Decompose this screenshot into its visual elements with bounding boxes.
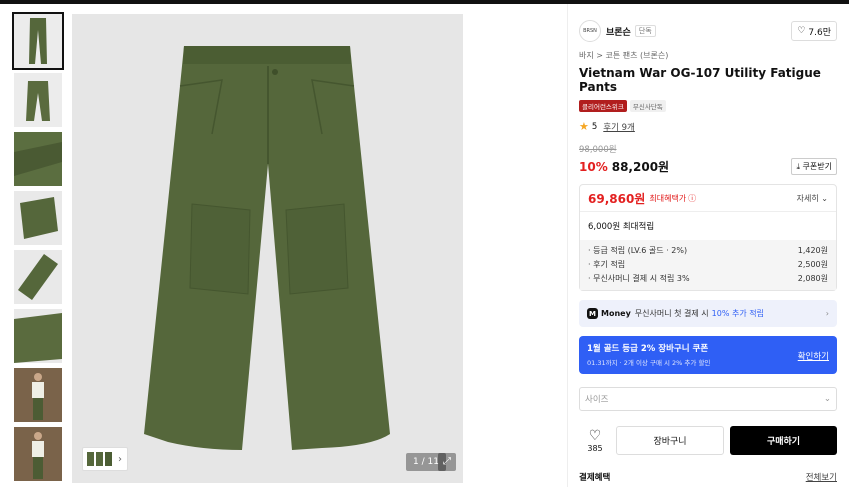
product-like-button[interactable]: ♡ 385 — [579, 428, 611, 453]
brand-like-button[interactable]: ♡ 7.6만 — [791, 21, 837, 41]
points-label: · 무신사머니 결제 시 적립 3% — [588, 274, 690, 283]
benefit-box: 69,860원 최대혜택가 ⓘ 자세히 ⌄ 6,000원 최대적립 · 등급 적… — [579, 184, 837, 291]
divider — [567, 4, 568, 487]
breadcrumb[interactable]: 바지 > 코튼 팬츠 (브론슨) — [579, 50, 837, 61]
review-link[interactable]: 후기 9개 — [603, 121, 635, 133]
chevron-right-icon: › — [825, 309, 829, 318]
points-value: 2,500원 — [797, 260, 828, 269]
coupon-button-label: 쿠폰받기 — [802, 162, 832, 171]
points-value: 1,420원 — [797, 246, 828, 255]
size-select-placeholder: 사이즈 — [585, 395, 609, 405]
coupon-banner: 1월 골드 등급 2% 장바구니 쿠폰 01.31까지 · 2개 이상 구매 시… — [579, 336, 837, 374]
rating-row: ★ 5 후기 9개 — [579, 120, 837, 133]
brand-logo[interactable]: BRSN — [579, 20, 601, 42]
payment-benefit-title: 결제혜택 — [579, 473, 611, 483]
expand-icon[interactable]: ⤢ — [438, 453, 456, 471]
mini-thumbs-icon — [87, 452, 112, 466]
download-icon: ⤓ — [796, 162, 800, 171]
benefit-header[interactable]: 69,860원 최대혜택가 ⓘ 자세히 ⌄ — [580, 185, 836, 212]
brand-exclusive-tag: 단독 — [634, 25, 656, 37]
main-product-image[interactable]: › 1 / 11 ⤢ — [72, 14, 463, 483]
brand-name[interactable]: 브론슨 — [606, 25, 631, 38]
exclusive-badge: 무신사단독 — [629, 100, 666, 112]
best-price: 69,860원 — [588, 191, 646, 206]
badge-row: 클리어런스위크 무신사단독 — [579, 100, 837, 112]
points-value: 2,080원 — [797, 274, 828, 283]
money-text: 무신사머니 첫 결제 시 — [634, 309, 709, 318]
thumbnail-8[interactable] — [14, 427, 62, 481]
product-title: Vietnam War OG-107 Utility Fatigue Pants — [579, 66, 821, 94]
thumbnail-1[interactable] — [12, 12, 64, 70]
star-icon: ★ — [579, 120, 589, 133]
view-all-link[interactable]: 전체보기 — [806, 471, 837, 483]
thumbnail-3[interactable] — [14, 132, 62, 186]
coupon-button[interactable]: ⤓ 쿠폰받기 — [791, 158, 837, 175]
points-row: · 등급 적립 (LV.6 골드 · 2%) 1,420원 — [588, 244, 828, 258]
sale-price: 88,200원 — [611, 160, 670, 174]
thumbnail-2[interactable] — [14, 73, 62, 127]
points-title: 6,000원 최대적립 — [588, 222, 655, 232]
points-label: · 후기 적립 — [588, 260, 626, 269]
chevron-down-icon: ⌄ — [821, 193, 828, 203]
top-bar — [0, 0, 849, 4]
detail-link[interactable]: 자세히 ⌄ — [797, 193, 828, 204]
payment-benefit-row: 결제혜택 전체보기 — [579, 471, 837, 483]
points-label: · 등급 적립 (LV.6 골드 · 2%) — [588, 246, 688, 255]
brand-like-count: 7.6만 — [808, 27, 831, 38]
info-icon[interactable]: ⓘ — [688, 193, 696, 204]
brand-row: BRSN 브론슨 단독 ♡ 7.6만 — [579, 18, 837, 44]
coupon-banner-title: 1월 골드 등급 2% 장바구니 쿠폰 — [587, 344, 709, 354]
points-row: · 무신사머니 결제 시 적립 3% 2,080원 — [588, 272, 828, 286]
thumbnail-6[interactable] — [14, 309, 62, 363]
clearance-badge: 클리어런스위크 — [579, 100, 627, 112]
chevron-right-icon: › — [118, 453, 122, 465]
product-like-count: 385 — [587, 444, 603, 453]
original-price: 98,000원 — [579, 145, 617, 155]
heart-icon: ♡ — [797, 26, 806, 36]
money-banner[interactable]: M Money 무신사머니 첫 결제 시 10% 추가 적립 › — [579, 300, 837, 327]
money-name: Money — [601, 309, 631, 318]
points-list: · 등급 적립 (LV.6 골드 · 2%) 1,420원 · 후기 적립 2,… — [580, 240, 836, 290]
thumbnail-4[interactable] — [14, 191, 62, 245]
rating-score: 5 — [591, 121, 598, 132]
pants-illustration — [144, 46, 390, 450]
thumbnail-list — [12, 12, 64, 486]
money-logo-icon: M — [587, 308, 598, 319]
discount-rate: 10% — [579, 159, 608, 174]
thumbnail-7[interactable] — [14, 368, 62, 422]
coupon-banner-sub: 01.31까지 · 2개 이상 구매 시 2% 추가 할인 — [587, 359, 711, 367]
size-select[interactable]: 사이즈 ⌄ — [579, 387, 837, 411]
money-highlight: 10% 추가 적립 — [711, 309, 764, 318]
thumbnail-5[interactable] — [14, 250, 62, 304]
chevron-down-icon: ⌄ — [823, 394, 831, 404]
best-price-label: 최대혜택가 — [649, 193, 687, 203]
cart-button[interactable]: 장바구니 — [616, 426, 724, 455]
purchase-row: ♡ 385 장바구니 구매하기 — [579, 426, 837, 455]
heart-icon: ♡ — [588, 428, 602, 444]
coupon-confirm-link[interactable]: 확인하기 — [798, 350, 829, 362]
image-strip-button[interactable]: › — [82, 447, 128, 471]
price-row: 10% 88,200원 ⤓ 쿠폰받기 — [579, 158, 837, 175]
buy-button[interactable]: 구매하기 — [730, 426, 837, 455]
points-row: · 후기 적립 2,500원 — [588, 258, 828, 272]
detail-link-label: 자세히 — [796, 193, 819, 203]
product-info-panel: BRSN 브론슨 단독 ♡ 7.6만 바지 > 코튼 팬츠 (브론슨) Viet… — [579, 18, 837, 483]
